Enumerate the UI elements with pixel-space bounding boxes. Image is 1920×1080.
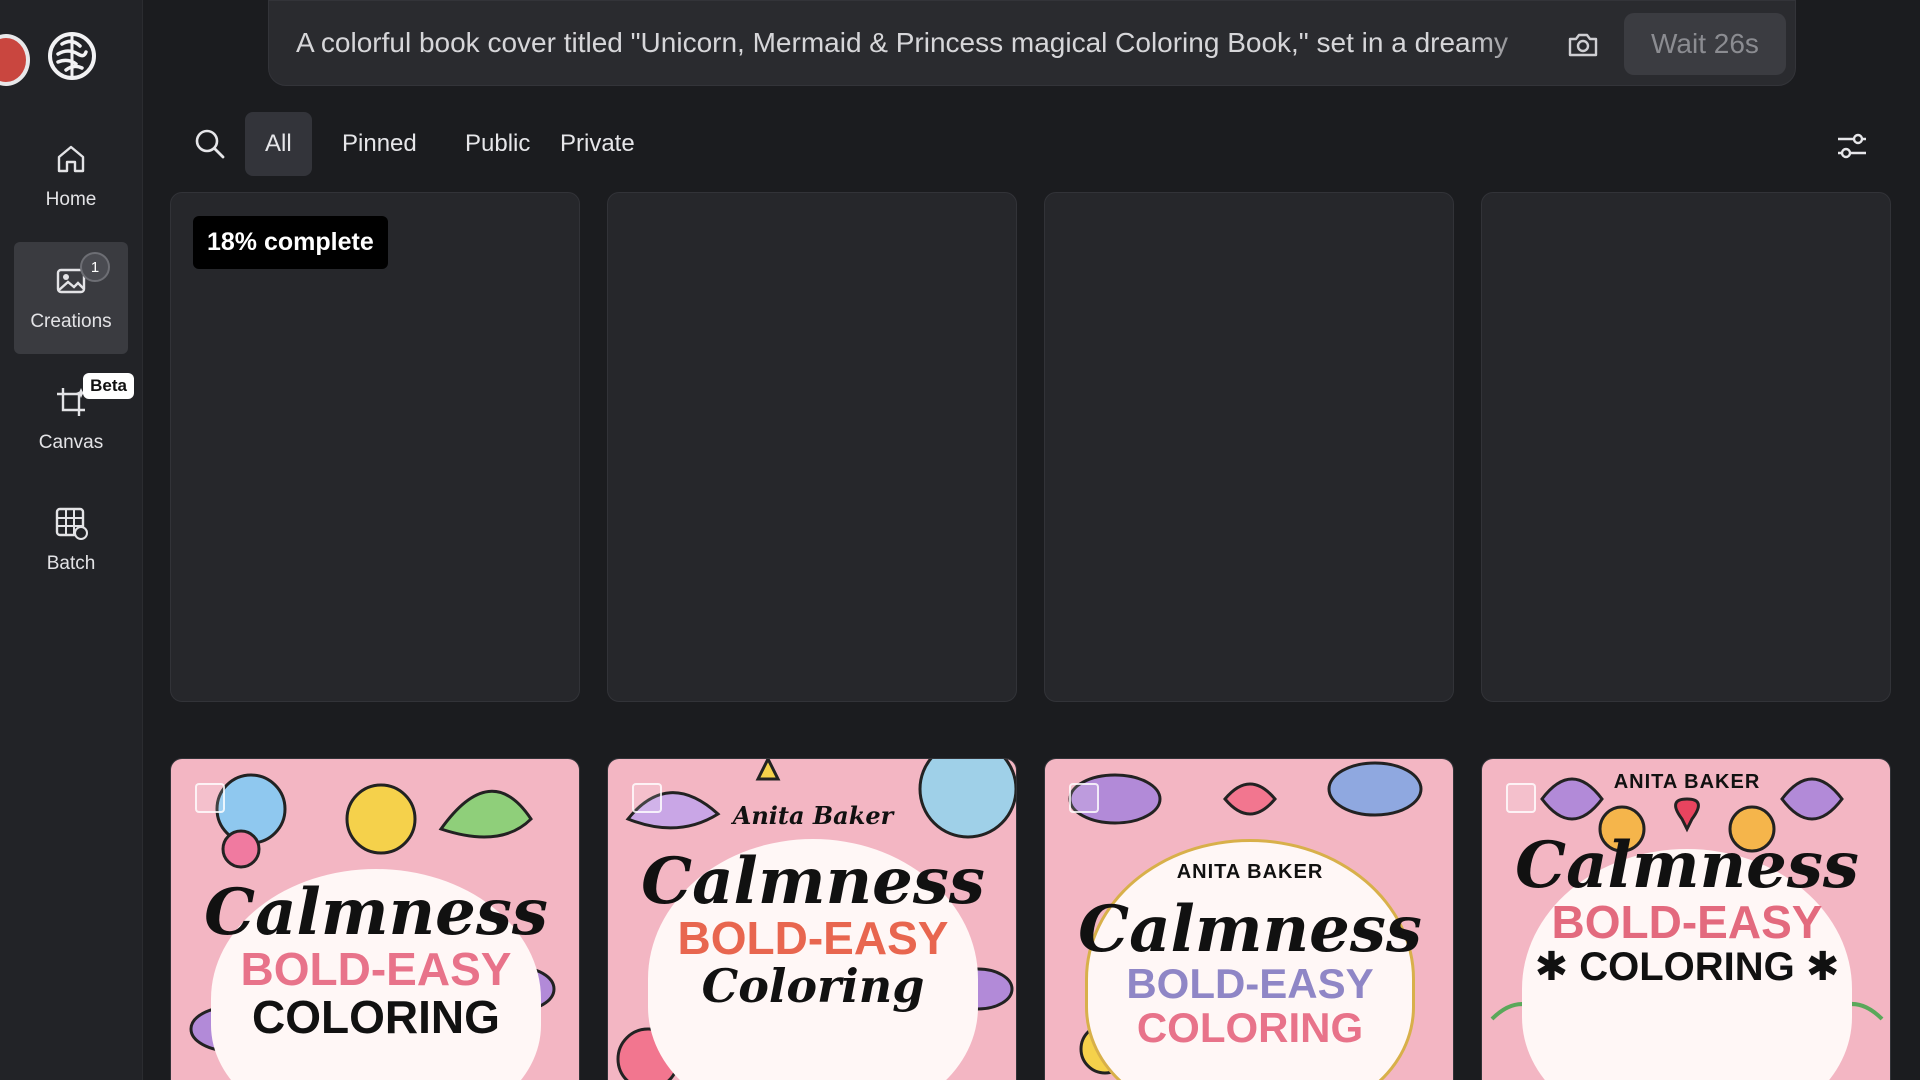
cover-subtitle: BOLD-EASY	[677, 912, 949, 964]
sidebar-item-batch[interactable]: Batch	[14, 484, 128, 596]
cover-subtitle: BOLD-EASY	[1551, 896, 1823, 948]
cover-title-block: Anita Baker Calmness BOLD-EASY Coloring	[608, 801, 1016, 1014]
creation-card[interactable]: ANITA BAKER Calmness BOLD-EASY COLORING	[1044, 758, 1454, 1080]
sidebar-item-label: Home	[45, 189, 97, 210]
select-checkbox[interactable]	[632, 783, 662, 813]
sidebar-item-home[interactable]: Home	[14, 120, 128, 232]
pending-creation-card[interactable]	[1044, 192, 1454, 702]
generate-wait-button[interactable]: Wait 26s	[1624, 13, 1786, 75]
cover-author: ANITA BAKER	[1176, 861, 1324, 883]
cover-kind: Coloring	[701, 959, 925, 1014]
pending-creation-card[interactable]	[607, 192, 1017, 702]
cover-kind-text: COLORING	[1579, 945, 1795, 990]
cover-image: Calmness BOLD-EASY COLORING	[171, 759, 579, 1080]
tab-public[interactable]: Public	[445, 112, 550, 176]
cover-kind: COLORING	[1136, 1004, 1364, 1052]
cover-title-block: Calmness BOLD-EASY COLORING	[171, 875, 579, 1044]
progress-badge: 18% complete	[193, 216, 388, 269]
creation-card[interactable]: ANITA BAKER Calmness BOLD-EASY ✱ COLORIN…	[1481, 758, 1891, 1080]
search-icon	[195, 129, 225, 159]
cover-kind: COLORING	[252, 991, 500, 1044]
grid-icon	[55, 507, 88, 540]
cover-kind: ✱ COLORING ✱	[1534, 945, 1840, 990]
beta-badge: Beta	[83, 373, 134, 399]
cover-title: Calmness	[641, 844, 985, 919]
creations-count-badge: 1	[80, 252, 110, 282]
sidebar-item-creations[interactable]: Creations 1	[14, 242, 128, 354]
sidebar-item-label: Canvas	[38, 432, 104, 453]
tab-all[interactable]: All	[245, 112, 312, 176]
cover-subtitle: BOLD-EASY	[1126, 960, 1374, 1007]
prompt-bar: A colorful book cover titled "Unicorn, M…	[268, 0, 1796, 86]
sliders-icon	[1838, 133, 1866, 159]
cover-title-block: ANITA BAKER Calmness BOLD-EASY ✱ COLORIN…	[1482, 771, 1890, 990]
camera-button[interactable]	[1559, 21, 1607, 69]
pending-creation-card[interactable]	[1481, 192, 1891, 702]
sidebar-item-canvas[interactable]: Canvas Beta	[14, 363, 134, 475]
sidebar: Home Creations 1 Canvas Beta Batch	[0, 0, 143, 1080]
sidebar-item-label: Creations	[30, 311, 112, 332]
filter-bar: All Pinned Public Private	[170, 112, 1890, 176]
select-checkbox[interactable]	[195, 783, 225, 813]
cover-subtitle: BOLD-EASY	[240, 943, 512, 995]
pending-creation-card[interactable]: 18% complete	[170, 192, 580, 702]
camera-icon	[1568, 33, 1598, 57]
cover-title: Calmness	[204, 875, 548, 950]
app-window: Home Creations 1 Canvas Beta Batch A col…	[0, 0, 1920, 1080]
select-checkbox[interactable]	[1506, 783, 1536, 813]
cover-image: Anita Baker Calmness BOLD-EASY Coloring	[608, 759, 1016, 1080]
sidebar-item-label: Batch	[46, 553, 96, 574]
select-checkbox[interactable]	[1069, 783, 1099, 813]
cover-title: Calmness	[1078, 892, 1422, 967]
filter-settings-button[interactable]	[1832, 126, 1872, 166]
cover-image: ANITA BAKER Calmness BOLD-EASY ✱ COLORIN…	[1482, 759, 1890, 1080]
search-button[interactable]	[188, 122, 232, 166]
prompt-input[interactable]: A colorful book cover titled "Unicorn, M…	[296, 27, 1558, 63]
creation-card[interactable]: Anita Baker Calmness BOLD-EASY Coloring	[607, 758, 1017, 1080]
home-icon	[57, 145, 85, 173]
cover-title-block: ANITA BAKER Calmness BOLD-EASY COLORING	[1045, 861, 1453, 1052]
brain-logo-icon[interactable]	[44, 28, 100, 84]
cover-title: Calmness	[1515, 828, 1859, 903]
cover-author: Anita Baker	[732, 801, 894, 830]
creation-card[interactable]: Calmness BOLD-EASY COLORING	[170, 758, 580, 1080]
record-indicator[interactable]	[0, 34, 30, 86]
cover-author: ANITA BAKER	[1613, 771, 1761, 793]
prompt-fade	[1469, 15, 1569, 75]
cover-image: ANITA BAKER Calmness BOLD-EASY COLORING	[1045, 759, 1453, 1080]
tab-pinned[interactable]: Pinned	[322, 112, 437, 176]
tab-private[interactable]: Private	[540, 112, 655, 176]
